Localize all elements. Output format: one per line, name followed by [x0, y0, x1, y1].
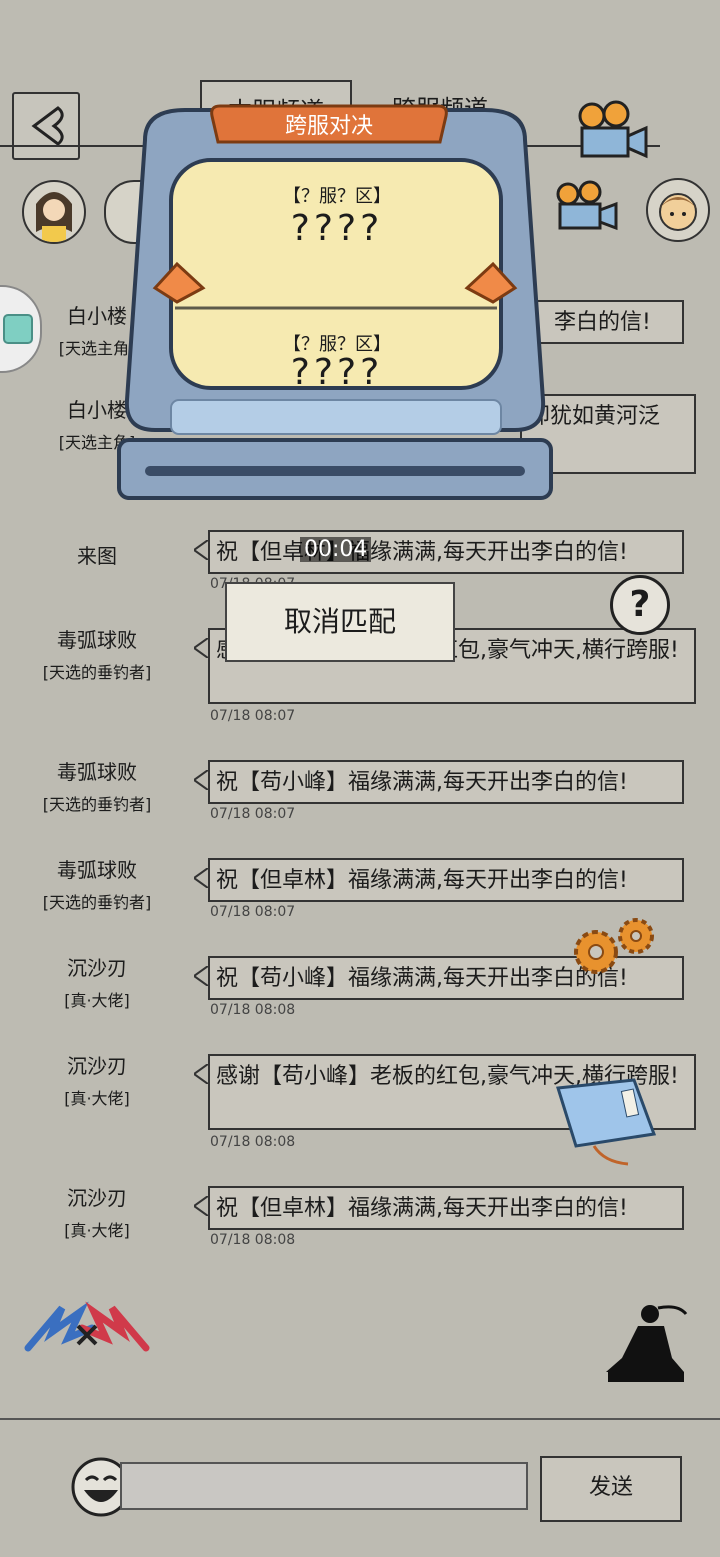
- message-sender: 沉沙刃 [真·大佬]: [22, 1050, 172, 1109]
- sender-name: 毒弧球败: [57, 628, 137, 652]
- pvp-swords-icon[interactable]: [22, 1298, 152, 1362]
- opponent-name-top: ????: [290, 208, 384, 249]
- sender-title: [天选的垂钓者]: [42, 795, 152, 814]
- avatar[interactable]: [22, 180, 86, 244]
- timestamp: 07/18 08:07: [210, 904, 296, 920]
- message-sender: 沉沙刃 [真·大佬]: [22, 952, 172, 1011]
- avatar[interactable]: [646, 178, 710, 242]
- sender-title: [天选的垂钓者]: [42, 663, 152, 682]
- timestamp: 07/18 08:07: [210, 806, 296, 822]
- timestamp: 07/18 08:08: [210, 1134, 296, 1150]
- sender-title: [真·大佬]: [64, 1089, 130, 1108]
- message-text: 李白的信!: [554, 310, 651, 335]
- cancel-match-button[interactable]: 取消匹配: [225, 582, 455, 662]
- chat-input[interactable]: [120, 1462, 528, 1510]
- bubble-tail-icon: [194, 966, 208, 986]
- opponent-name-bottom: ????: [290, 352, 384, 393]
- bubble-tail-icon: [194, 638, 208, 658]
- camera-icon[interactable]: [552, 180, 622, 236]
- sender-name: 来图: [77, 544, 117, 568]
- timestamp: 07/18 08:08: [210, 1232, 296, 1248]
- divider: [0, 1418, 720, 1420]
- sender-title: [天选的垂钓者]: [42, 893, 152, 912]
- sender-title: [真·大佬]: [64, 991, 130, 1010]
- sender-name: 沉沙刃: [67, 1054, 127, 1078]
- bubble-tail-icon: [194, 770, 208, 790]
- book-icon: [556, 1078, 657, 1166]
- bubble-tail-icon: [194, 540, 208, 560]
- opponent-server-top: 【？服？区】: [283, 186, 391, 207]
- camera-icon[interactable]: [572, 100, 652, 162]
- chat-bubble: 祝【但卓林】福缘满满,每天开出李白的信!: [194, 530, 684, 574]
- timestamp: 07/18 08:08: [210, 1002, 296, 1018]
- sender-title: [真·大佬]: [64, 1221, 130, 1240]
- gear-icon: [574, 918, 654, 974]
- chat-bubble: 祝【苟小峰】福缘满满,每天开出李白的信!: [194, 760, 684, 804]
- sender-name: 毒弧球败: [57, 760, 137, 784]
- message-text: 祝【但卓林】福缘满满,每天开出李白的信!: [216, 540, 628, 565]
- sender-name: 沉沙刃: [67, 956, 127, 980]
- sender-name: 毒弧球败: [57, 858, 137, 882]
- bubble-tail-icon: [194, 1196, 208, 1216]
- message-text: 祝【但卓林】福缘满满,每天开出李白的信!: [216, 868, 628, 893]
- message-sender: 沉沙刃 [真·大佬]: [22, 1182, 172, 1241]
- send-button[interactable]: 发送: [540, 1456, 682, 1522]
- bubble-tail-icon: [194, 868, 208, 888]
- message-sender: 毒弧球败 [天选的垂钓者]: [22, 854, 172, 913]
- message-text: 祝【苟小峰】福缘满满,每天开出李白的信!: [216, 770, 628, 795]
- message-sender: 毒弧球败 [天选的垂钓者]: [22, 756, 172, 815]
- match-machine: [117, 108, 553, 500]
- back-button[interactable]: [12, 92, 80, 160]
- match-title: 跨服对决: [284, 114, 373, 139]
- bubble-tail-icon: [194, 1064, 208, 1084]
- chat-bubble: 祝【但卓林】福缘满满,每天开出李白的信!: [194, 858, 684, 902]
- timestamp: 07/18 08:07: [210, 708, 296, 724]
- sender-name: 沉沙刃: [67, 1186, 127, 1210]
- chat-bubble: 祝【但卓林】福缘满满,每天开出李白的信!: [194, 1186, 684, 1230]
- message-sender: 毒弧球败 [天选的垂钓者]: [22, 624, 172, 683]
- match-timer: 00:04: [300, 537, 372, 562]
- back-arrow-icon: [31, 106, 64, 146]
- message-text: 祝【但卓林】福缘满满,每天开出李白的信!: [216, 1196, 628, 1221]
- meditating-figure-icon[interactable]: [602, 1300, 688, 1386]
- help-button[interactable]: ?: [610, 575, 670, 635]
- message-sender: 来图: [22, 540, 172, 569]
